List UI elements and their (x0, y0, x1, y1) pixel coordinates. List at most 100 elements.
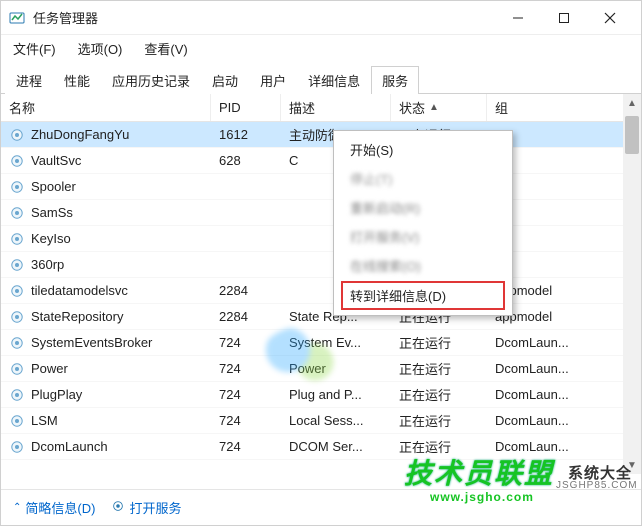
cell-status: 正在运行 (391, 359, 487, 378)
maximize-button[interactable] (541, 2, 587, 34)
cell-status: 正在运行 (391, 333, 487, 352)
table-header: 名称 PID 描述 状态▲ 组 (1, 94, 641, 122)
table-row[interactable]: KeyIso (1, 226, 641, 252)
cell-name: Power (31, 361, 68, 376)
cell-status: 正在运行 (391, 411, 487, 430)
service-gear-icon (9, 127, 25, 143)
cell-name: SystemEventsBroker (31, 335, 152, 350)
menu-view[interactable]: 查看(V) (138, 37, 193, 60)
table-row[interactable]: StateRepository2284State Rep...正在运行appmo… (1, 304, 641, 330)
tab-services[interactable]: 服务 (371, 66, 419, 94)
minimize-button[interactable] (495, 2, 541, 34)
watermark-url: www.jsgho.com (430, 490, 534, 504)
col-name[interactable]: 名称 (1, 94, 211, 121)
service-gear-icon (9, 205, 25, 221)
maximize-icon (558, 12, 570, 24)
service-gear-icon (9, 283, 25, 299)
tab-startup[interactable]: 启动 (201, 66, 249, 94)
cell-name: PlugPlay (31, 387, 82, 402)
cell-desc: Local Sess... (281, 413, 391, 428)
cell-group: DcomLaun... (487, 413, 597, 428)
ctx-start[interactable]: 开始(S) (336, 135, 510, 164)
ctx-restart[interactable]: 重新启动(R) (336, 193, 510, 222)
cell-name: ZhuDongFangYu (31, 127, 129, 142)
col-status[interactable]: 状态▲ (391, 94, 487, 121)
scroll-thumb[interactable] (625, 116, 639, 154)
service-gear-icon (9, 179, 25, 195)
sort-asc-icon: ▲ (429, 102, 439, 113)
tab-performance[interactable]: 性能 (53, 66, 101, 94)
minimize-icon (512, 12, 524, 24)
cell-pid: 628 (211, 153, 281, 168)
tab-processes[interactable]: 进程 (5, 66, 53, 94)
cell-desc: Plug and P... (281, 387, 391, 402)
table-body: ZhuDongFangYu1612主动防御正在运行VaultSvc628CSpo… (1, 122, 641, 460)
close-button[interactable] (587, 2, 633, 34)
titlebar[interactable]: 任务管理器 (1, 1, 641, 35)
watermark-sub2: JSGHP85.COM (556, 480, 638, 491)
table-row[interactable]: SamSs (1, 200, 641, 226)
service-gear-icon (9, 231, 25, 247)
fewer-details-link[interactable]: ⌃ 简略信息(D) (13, 498, 95, 517)
cell-desc: DCOM Ser... (281, 439, 391, 454)
table-row[interactable]: LSM 724Local Sess...正在运行DcomLaun... (1, 408, 641, 434)
cell-name: StateRepository (31, 309, 124, 324)
service-gear-icon (9, 387, 25, 403)
cell-name: SamSs (31, 205, 73, 220)
service-gear-icon (9, 335, 25, 351)
col-group[interactable]: 组 (487, 94, 597, 121)
menubar: 文件(F) 选项(O) 查看(V) (1, 35, 641, 61)
task-manager-window: 任务管理器 文件(F) 选项(O) 查看(V) 进程 性能 应用历史记录 启动 … (0, 0, 642, 526)
menu-file[interactable]: 文件(F) (7, 37, 62, 60)
service-gear-icon (9, 257, 25, 273)
vertical-scrollbar[interactable]: ▲ ▼ (623, 94, 641, 474)
cell-group: DcomLaun... (487, 387, 597, 402)
table-row[interactable]: VaultSvc628C (1, 148, 641, 174)
tab-app-history[interactable]: 应用历史记录 (101, 66, 201, 94)
cell-pid: 724 (211, 413, 281, 428)
service-gear-icon (9, 153, 25, 169)
cell-pid: 1612 (211, 127, 281, 142)
ctx-stop[interactable]: 停止(T) (336, 164, 510, 193)
tabs: 进程 性能 应用历史记录 启动 用户 详细信息 服务 (1, 61, 641, 94)
cell-name: DcomLaunch (31, 439, 108, 454)
cell-name: VaultSvc (31, 153, 81, 168)
table-row[interactable]: 360rp (1, 252, 641, 278)
ctx-open-services[interactable]: 打开服务(V) (336, 222, 510, 251)
ctx-go-to-details[interactable]: 转到详细信息(D) (342, 282, 504, 309)
chevron-up-icon: ⌃ (13, 502, 21, 513)
service-gear-icon (9, 361, 25, 377)
cell-name: LSM (31, 413, 58, 428)
service-gear-icon (9, 309, 25, 325)
table-row[interactable]: tiledatamodelsvc2284appmodel (1, 278, 641, 304)
col-desc[interactable]: 描述 (281, 94, 391, 121)
cell-name: KeyIso (31, 231, 71, 246)
table-row[interactable]: PlugPlay 724Plug and P...正在运行DcomLaun... (1, 382, 641, 408)
cell-status: 正在运行 (391, 385, 487, 404)
scroll-up-icon[interactable]: ▲ (623, 94, 641, 112)
open-services-label: 打开服务 (129, 498, 181, 517)
watermark-brand: 技术员联盟 (404, 452, 554, 492)
context-menu: 开始(S) 停止(T) 重新启动(R) 打开服务(V) 在线搜索(O) 转到详细… (333, 130, 513, 316)
cell-pid: 724 (211, 439, 281, 454)
table-row[interactable]: ZhuDongFangYu1612主动防御正在运行 (1, 122, 641, 148)
services-table: 名称 PID 描述 状态▲ 组 ZhuDongFangYu1612主动防御正在运… (1, 94, 641, 474)
tab-details[interactable]: 详细信息 (297, 66, 371, 94)
service-gear-icon (9, 413, 25, 429)
col-pid[interactable]: PID (211, 94, 281, 121)
tab-users[interactable]: 用户 (249, 66, 297, 94)
watermark-icon (261, 326, 351, 386)
app-icon (9, 10, 25, 26)
cell-name: Spooler (31, 179, 76, 194)
services-icon (111, 499, 125, 516)
fewer-details-label: 简略信息(D) (25, 498, 95, 517)
cell-pid: 724 (211, 387, 281, 402)
cell-group: DcomLaun... (487, 335, 597, 350)
ctx-search-online[interactable]: 在线搜索(O) (336, 251, 510, 280)
cell-pid: 2284 (211, 309, 281, 324)
window-title: 任务管理器 (33, 8, 98, 27)
cell-pid: 2284 (211, 283, 281, 298)
menu-options[interactable]: 选项(O) (72, 37, 129, 60)
table-row[interactable]: Spooler (1, 174, 641, 200)
open-services-link[interactable]: 打开服务 (111, 498, 181, 517)
